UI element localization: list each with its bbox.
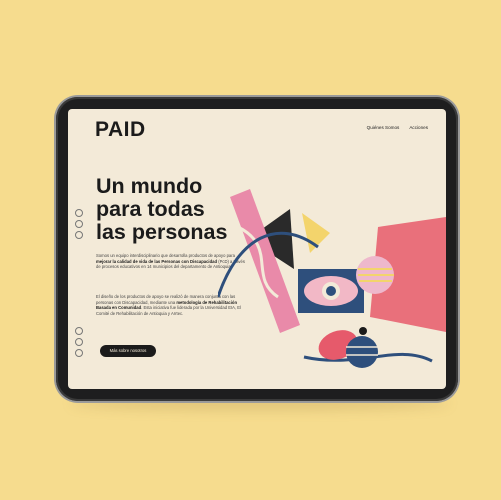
nav-item-quienes-somos[interactable]: Quiénes Somos (367, 125, 400, 130)
side-icon-group-bottom (75, 327, 83, 357)
nav-item-acciones[interactable]: Acciones (409, 125, 428, 130)
circle-icon[interactable] (75, 209, 83, 217)
more-about-us-button[interactable]: Más sobre nosotros (100, 345, 156, 357)
tablet-screen: PAID Quiénes Somos Acciones Un mundo par… (68, 109, 446, 389)
site-logo[interactable]: PAID (95, 118, 146, 142)
side-icon-group-top (75, 209, 83, 239)
circle-icon[interactable] (75, 231, 83, 239)
top-nav: Quiénes Somos Acciones (367, 125, 428, 130)
circle-icon[interactable] (75, 327, 83, 335)
intro-p1-bold: mejorar la calidad de vida de las Person… (96, 258, 218, 264)
hero-illustration (218, 189, 446, 368)
circle-icon[interactable] (75, 338, 83, 346)
circle-icon[interactable] (75, 349, 83, 357)
circle-icon[interactable] (75, 220, 83, 228)
hero-title: Un mundo para todas las personas (96, 174, 228, 244)
intro-p1-text: Somos un equipo interdisciplinario que d… (96, 253, 235, 258)
